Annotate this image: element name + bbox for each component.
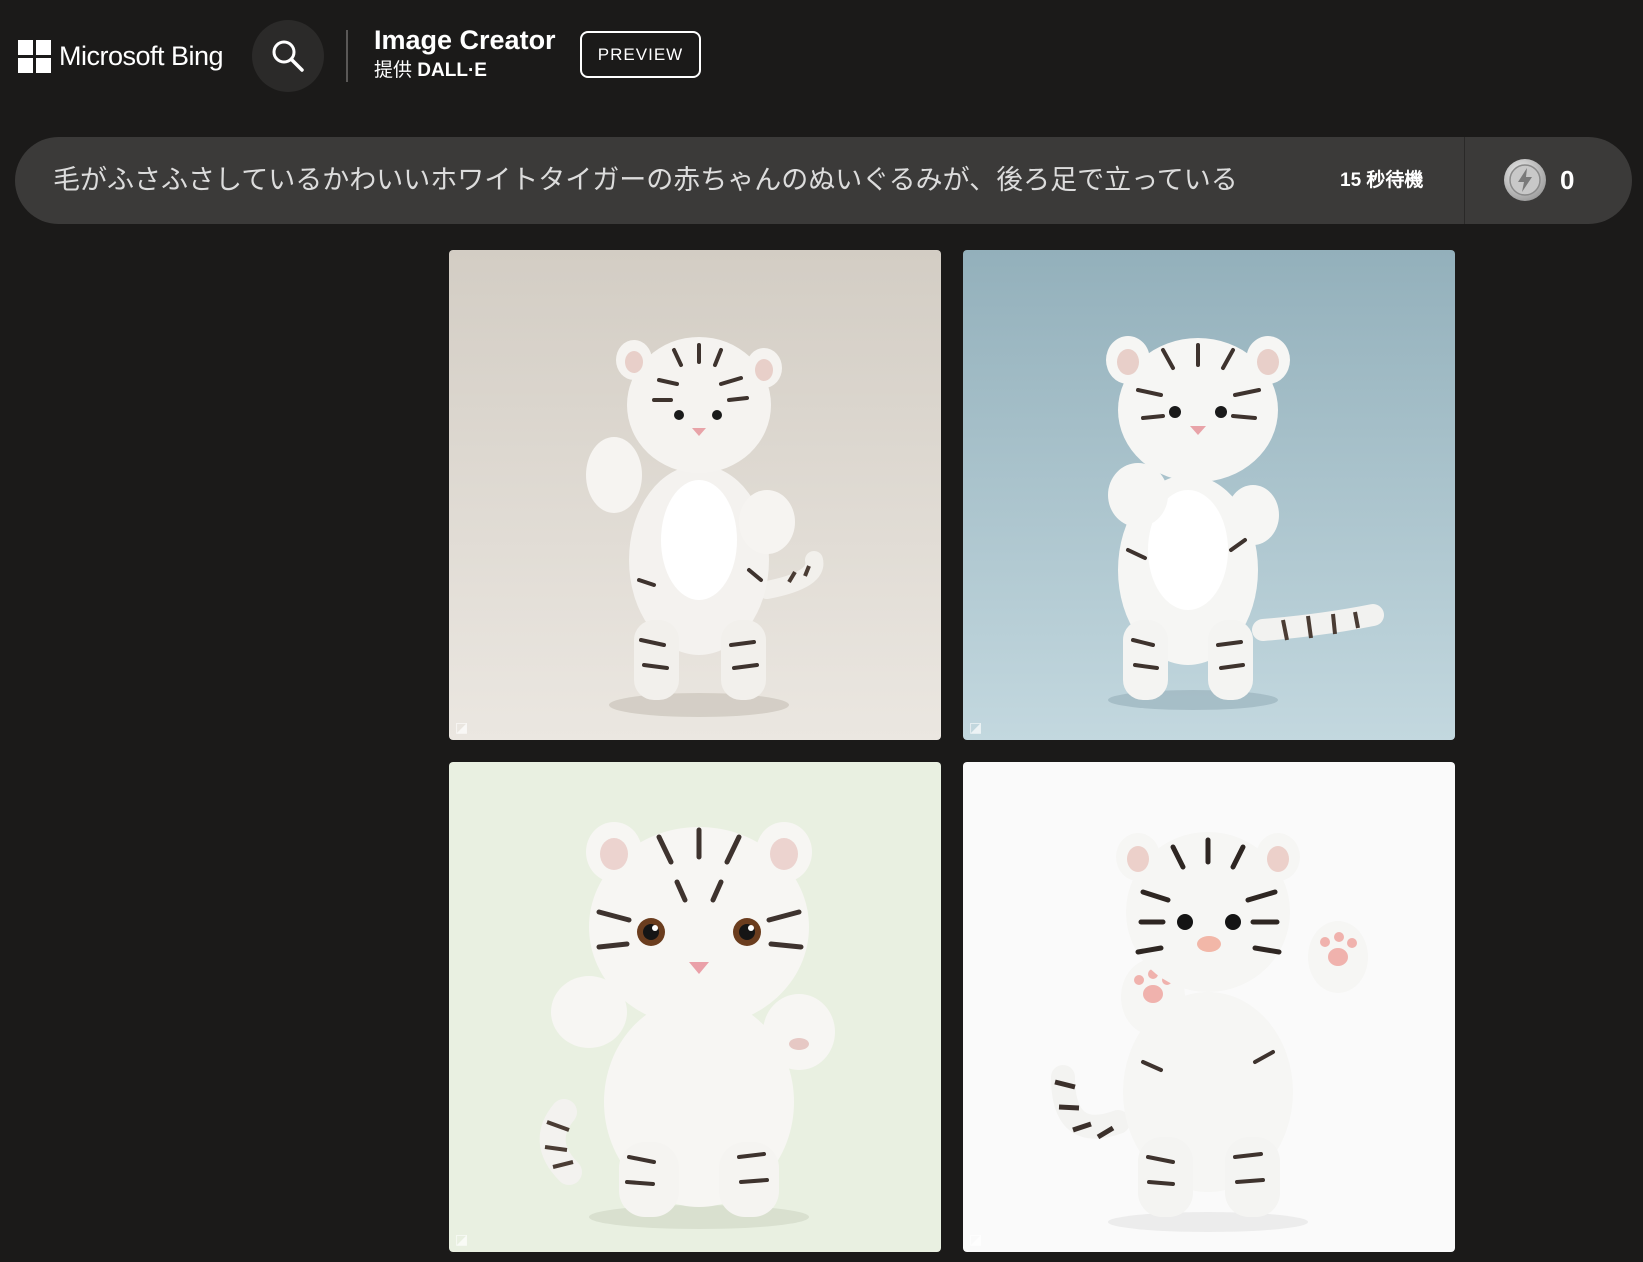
microsoft-logo-icon [18, 40, 51, 73]
prompt-bar[interactable]: 毛がふさふさしているかわいいホワイトタイガーの赤ちゃんのぬいぐるみが、後ろ足で立… [15, 137, 1632, 224]
result-image-3[interactable]: ◪ [449, 762, 941, 1252]
white-tiger-plush-image [449, 762, 941, 1252]
dalle-watermark-icon: ◪ [969, 1231, 983, 1247]
white-tiger-plush-image [963, 762, 1455, 1252]
brand-sub-prefix: 提供 [374, 60, 413, 81]
image-creator-brand[interactable]: Image Creator 提供 DALL·E [374, 24, 556, 84]
result-image-4[interactable]: ◪ [963, 762, 1455, 1252]
header: Microsoft Bing Image Creator 提供 DALL·E P… [0, 0, 1643, 120]
white-tiger-plush-image [963, 250, 1455, 740]
microsoft-bing-logo[interactable]: Microsoft Bing [18, 40, 224, 73]
result-image-2[interactable]: ◪ [963, 250, 1455, 740]
boost-coin-icon [1504, 159, 1546, 201]
result-image-1[interactable]: ◪ [449, 250, 941, 740]
boost-count: 0 [1560, 164, 1575, 195]
dalle-watermark-icon: ◪ [455, 1231, 469, 1247]
brand-subtitle: 提供 DALL·E [374, 58, 556, 84]
logo-text: Microsoft Bing [59, 41, 224, 71]
prompt-input[interactable]: 毛がふさふさしているかわいいホワイトタイガーの赤ちゃんのぬいぐるみが、後ろ足で立… [53, 137, 1283, 224]
brand-sub-name: DALL·E [417, 60, 487, 81]
dalle-watermark-icon: ◪ [969, 719, 983, 735]
prompt-bar-divider [1464, 137, 1465, 224]
brand-title: Image Creator [374, 25, 556, 55]
header-divider [346, 30, 348, 82]
wait-status: 15 秒待機 [1340, 170, 1424, 191]
preview-button[interactable]: PREVIEW [580, 31, 701, 78]
results-grid: ◪ ◪ ◪ ◪ [449, 250, 1456, 1255]
boost-counter[interactable]: 0 [1502, 157, 1574, 203]
white-tiger-plush-image [449, 250, 941, 740]
search-icon [272, 40, 304, 72]
dalle-watermark-icon: ◪ [455, 719, 469, 735]
search-button[interactable] [252, 20, 324, 92]
